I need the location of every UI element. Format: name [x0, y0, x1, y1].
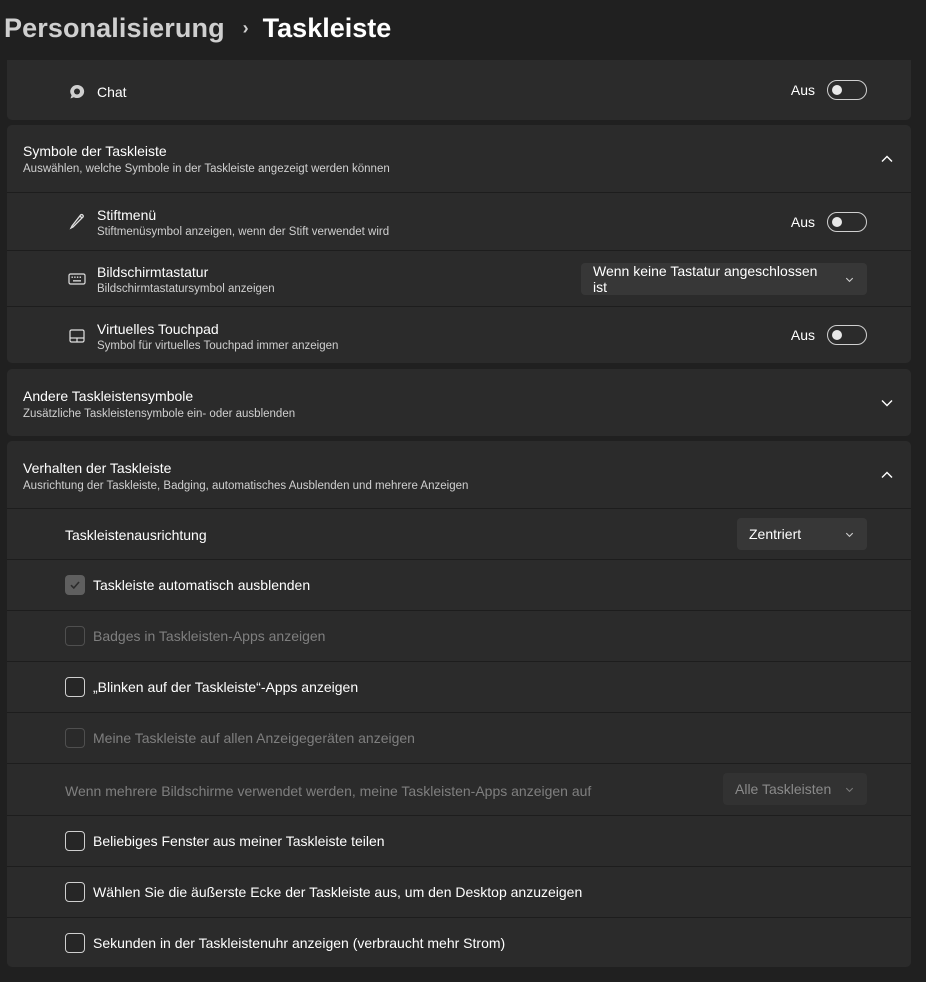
chat-icon — [65, 80, 89, 104]
seconds-checkbox[interactable] — [65, 933, 85, 953]
verhalten-header[interactable]: Verhalten der Taskleiste Ausrichtung der… — [7, 441, 911, 508]
andere-card[interactable]: Andere Taskleistensymbole Zusätzliche Ta… — [7, 369, 911, 436]
bildschirmtastatur-dropdown-value: Wenn keine Tastatur angeschlossen ist — [593, 263, 818, 295]
keyboard-icon — [65, 267, 89, 291]
share-window-label: Beliebiges Fenster aus meiner Taskleiste… — [93, 833, 385, 849]
all-displays-checkbox[interactable] — [65, 728, 85, 748]
pen-icon — [65, 209, 89, 233]
stiftmenu-toggle-group: Aus — [791, 212, 867, 232]
symbole-header[interactable]: Symbole der Taskleiste Auswählen, welche… — [7, 125, 911, 192]
badges-checkbox[interactable] — [65, 626, 85, 646]
chevron-up-icon[interactable] — [879, 467, 895, 483]
breadcrumb-separator-icon: › — [242, 17, 249, 38]
stiftmenu-title: Stiftmenü — [97, 207, 157, 223]
touchpad-toggle-group: Aus — [791, 325, 867, 345]
flash-label: „Blinken auf der Taskleiste“-Apps anzeig… — [93, 679, 359, 695]
stiftmenu-row: Stiftmenü Stiftmenüsymbol anzeigen, wenn… — [7, 193, 911, 250]
bildschirmtastatur-title: Bildschirmtastatur — [97, 264, 209, 280]
symbole-header-text: Symbole der Taskleiste Auswählen, welche… — [23, 143, 390, 175]
chevron-down-icon — [844, 529, 855, 540]
far-corner-row: Wählen Sie die äußerste Ecke der Tasklei… — [7, 867, 911, 917]
chevron-down-icon — [844, 784, 855, 795]
badges-label: Badges in Taskleisten-Apps anzeigen — [93, 628, 326, 644]
breadcrumb-parent[interactable]: Personalisierung — [4, 13, 225, 44]
flash-row: „Blinken auf der Taskleiste“-Apps anzeig… — [7, 662, 911, 712]
touchpad-title: Virtuelles Touchpad — [97, 321, 219, 337]
verhalten-title: Verhalten der Taskleiste — [23, 460, 172, 476]
andere-title: Andere Taskleistensymbole — [23, 388, 194, 404]
seconds-label: Sekunden in der Taskleistenuhr anzeigen … — [93, 935, 506, 951]
chevron-up-icon[interactable] — [879, 151, 895, 167]
touchpad-desc: Symbol für virtuelles Touchpad immer anz… — [97, 340, 339, 352]
chat-toggle-state: Aus — [790, 82, 815, 98]
chat-toggle-group: Aus — [791, 80, 867, 100]
symbole-desc: Auswählen, welche Symbole in der Tasklei… — [23, 163, 390, 175]
touchpad-row: Virtuelles Touchpad Symbol für virtuelle… — [7, 307, 911, 363]
andere-header-text: Andere Taskleistensymbole Zusätzliche Ta… — [23, 388, 295, 420]
touchpad-icon — [65, 324, 89, 348]
andere-desc: Zusätzliche Taskleistensymbole ein- oder… — [23, 408, 296, 420]
share-window-row: Beliebiges Fenster aus meiner Taskleiste… — [7, 816, 911, 866]
far-corner-checkbox[interactable] — [65, 882, 85, 902]
seconds-row: Sekunden in der Taskleistenuhr anzeigen … — [7, 918, 911, 967]
share-window-checkbox[interactable] — [65, 831, 85, 851]
stiftmenu-toggle-state: Aus — [790, 214, 815, 230]
multi-display-label: Wenn mehrere Bildschirme verwendet werde… — [65, 783, 592, 799]
chat-toggle[interactable] — [827, 80, 867, 100]
multi-display-dropdown[interactable]: Alle Taskleisten — [723, 773, 867, 805]
multi-display-row: Wenn mehrere Bildschirme verwendet werde… — [7, 764, 911, 815]
touchpad-text: Virtuelles Touchpad Symbol für virtuelle… — [97, 321, 338, 352]
alignment-dropdown[interactable]: Zentriert — [737, 518, 867, 550]
bildschirmtastatur-desc: Bildschirmtastatursymbol anzeigen — [97, 283, 275, 295]
alignment-label: Taskleistenausrichtung — [65, 527, 207, 543]
all-displays-row: Meine Taskleiste auf allen Anzeigegeräte… — [7, 713, 911, 763]
verhalten-desc: Ausrichtung der Taskleiste, Badging, aut… — [23, 480, 469, 492]
chevron-down-icon — [844, 274, 855, 285]
autohide-label: Taskleiste automatisch ausblenden — [93, 577, 311, 593]
touchpad-toggle-state: Aus — [790, 327, 815, 343]
breadcrumb: Personalisierung › Taskleiste — [4, 10, 391, 46]
bildschirmtastatur-text: Bildschirmtastatur Bildschirmtastatursym… — [97, 264, 275, 295]
symbole-title: Symbole der Taskleiste — [23, 143, 167, 159]
multi-display-dropdown-value: Alle Taskleisten — [735, 781, 832, 797]
checkmark-icon — [70, 581, 80, 590]
badges-row: Badges in Taskleisten-Apps anzeigen — [7, 611, 911, 661]
chat-card: Chat Aus — [7, 60, 911, 120]
verhalten-header-text: Verhalten der Taskleiste Ausrichtung der… — [23, 460, 468, 492]
all-displays-label: Meine Taskleiste auf allen Anzeigegeräte… — [93, 730, 415, 746]
bildschirmtastatur-dropdown[interactable]: Wenn keine Tastatur angeschlossen ist — [581, 263, 867, 295]
touchpad-toggle[interactable] — [827, 325, 867, 345]
verhalten-card: Verhalten der Taskleiste Ausrichtung der… — [7, 441, 911, 967]
stiftmenu-text: Stiftmenü Stiftmenüsymbol anzeigen, wenn… — [97, 207, 389, 238]
autohide-row: Taskleiste automatisch ausblenden — [7, 560, 911, 610]
stiftmenu-toggle[interactable] — [827, 212, 867, 232]
bildschirmtastatur-row: Bildschirmtastatur Bildschirmtastatursym… — [7, 251, 911, 306]
alignment-dropdown-value: Zentriert — [749, 526, 802, 542]
flash-checkbox[interactable] — [65, 677, 85, 697]
chevron-down-icon[interactable] — [879, 395, 895, 411]
alignment-row: Taskleistenausrichtung Zentriert — [7, 509, 911, 559]
symbole-card: Symbole der Taskleiste Auswählen, welche… — [7, 125, 911, 363]
stiftmenu-desc: Stiftmenüsymbol anzeigen, wenn der Stift… — [97, 226, 390, 238]
chat-row: Chat Aus — [7, 60, 911, 120]
far-corner-label: Wählen Sie die äußerste Ecke der Tasklei… — [93, 884, 583, 900]
chat-label: Chat — [97, 84, 127, 100]
page-title: Taskleiste — [262, 12, 392, 43]
autohide-checkbox[interactable] — [65, 575, 85, 595]
